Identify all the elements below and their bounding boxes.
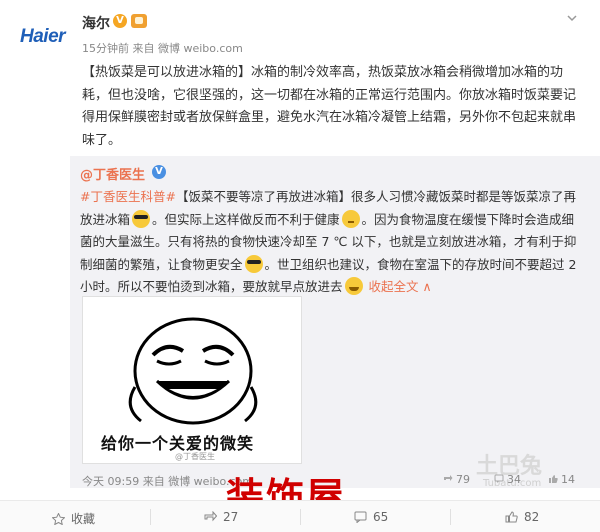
- forward-button[interactable]: 27: [204, 510, 238, 524]
- divider: [300, 509, 301, 525]
- forward-icon: [443, 474, 453, 484]
- verified-icon: V: [152, 165, 166, 179]
- star-icon: [51, 512, 66, 526]
- retweet-forward-count[interactable]: 79: [443, 473, 470, 486]
- forward-count: 79: [456, 473, 470, 486]
- author-name[interactable]: 海尔: [82, 13, 110, 33]
- meme-watermark: @丁香医生: [175, 452, 215, 461]
- verified-icon: V: [113, 14, 127, 28]
- post-topic: 【热饭菜是可以放进冰箱的】: [82, 65, 252, 80]
- chevron-down-icon[interactable]: [566, 12, 578, 24]
- action-bar: 收藏 27 65 82: [0, 500, 600, 532]
- like-button[interactable]: 82: [505, 510, 539, 524]
- comment-icon: [494, 474, 504, 484]
- retweet-text-part: 。但实际上这样做反而不利于健康: [152, 211, 340, 227]
- smiley-face-icon: [128, 317, 258, 425]
- laughing-emoji-icon: [344, 277, 363, 295]
- thumbs-up-icon: [505, 511, 518, 523]
- collapse-chevron-icon[interactable]: ∧: [419, 279, 431, 294]
- thinking-emoji-icon: [341, 209, 360, 228]
- comment-count: 34: [507, 473, 521, 486]
- meme-image[interactable]: 给你一个关爱的微笑 @丁香医生: [82, 296, 302, 464]
- divider: [150, 509, 151, 525]
- like-count: 82: [524, 510, 540, 524]
- post-meta: 15分钟前 来自 微博 weibo.com: [82, 42, 243, 55]
- fan-badge-icon[interactable]: [131, 14, 147, 28]
- forward-count: 27: [223, 510, 239, 524]
- favorite-label: 收藏: [71, 512, 96, 526]
- retweet-text: #丁香医生科普#【饭菜不要等凉了再放进冰箱】很多人习惯冷藏饭菜时都是等饭菜凉了再…: [80, 186, 585, 299]
- hashtag-link[interactable]: #丁香医生科普#: [80, 189, 176, 204]
- collapse-link[interactable]: 收起全文: [369, 279, 419, 294]
- comment-icon: [354, 511, 367, 524]
- author-avatar[interactable]: Haier: [20, 26, 72, 48]
- like-icon: [548, 474, 558, 484]
- cool-emoji-icon: [132, 209, 151, 228]
- forward-icon: [204, 510, 218, 523]
- post-text: 【热饭菜是可以放进冰箱的】冰箱的制冷效率高，热饭菜放冰箱会稍微增加冰箱的功耗，但…: [82, 62, 582, 152]
- like-count: 14: [561, 473, 575, 486]
- comment-count: 65: [373, 510, 389, 524]
- weibo-post: Haier 海尔 V 15分钟前 来自 微博 weibo.com 【热饭菜是可以…: [0, 0, 600, 532]
- retweet-comment-count[interactable]: 34: [494, 473, 521, 486]
- retweet-author[interactable]: @丁香医生: [80, 164, 145, 183]
- divider: [450, 509, 451, 525]
- favorite-button[interactable]: 收藏: [51, 510, 96, 527]
- retweet-like-count[interactable]: 14: [548, 473, 575, 486]
- comment-button[interactable]: 65: [354, 510, 388, 524]
- cool-emoji-icon: [244, 254, 263, 273]
